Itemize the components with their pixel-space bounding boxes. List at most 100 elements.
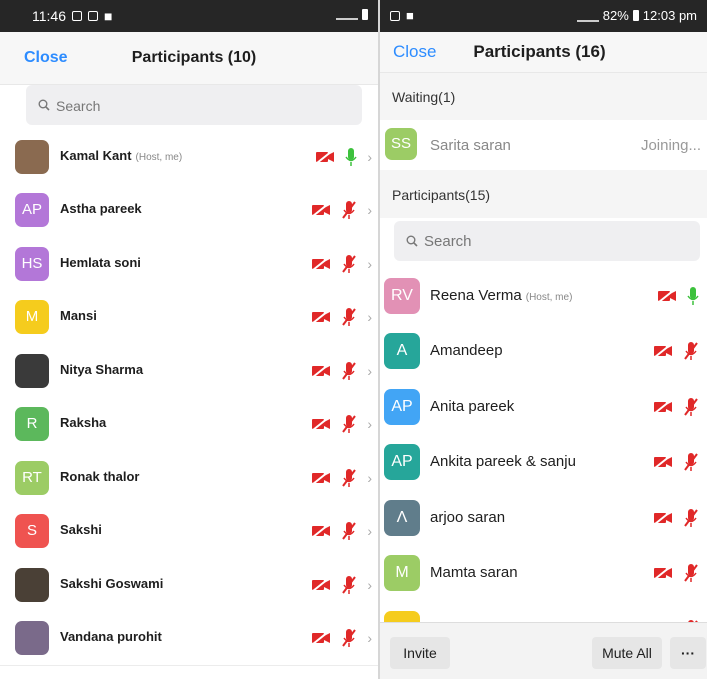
participants-header: Close Participants (10) xyxy=(0,32,378,85)
participant-name-text: Anita pareek xyxy=(430,397,515,415)
search-input[interactable]: Search xyxy=(394,221,700,261)
participant-status-icons: › xyxy=(311,521,372,541)
mic-muted-icon xyxy=(342,254,357,273)
more-options-button[interactable]: ··· xyxy=(670,637,706,669)
signal-icon xyxy=(336,8,358,20)
chevron-right-icon: › xyxy=(367,630,372,647)
video-off-icon xyxy=(658,288,676,303)
participant-status-icons: › xyxy=(311,200,372,220)
avatar xyxy=(15,621,49,656)
participant-row[interactable]: Kamal Kant (Host, me) › xyxy=(0,130,378,185)
waiting-section-header: Waiting(1) xyxy=(380,73,707,120)
video-off-icon xyxy=(312,417,331,432)
participant-name-text: Amandeep xyxy=(430,342,503,360)
participant-row[interactable]: Sakshi Goswami › xyxy=(0,558,378,613)
avatar-initials: HS xyxy=(21,254,43,272)
participant-name: arjoo saran xyxy=(430,509,505,526)
avatar-initials: RV xyxy=(391,286,413,304)
participant-row[interactable]: Λarjoo saran xyxy=(380,490,707,547)
avatar: RV xyxy=(384,277,420,314)
avatar-initials: AP xyxy=(21,201,42,219)
participant-name-text: Sakshi Goswami xyxy=(60,575,164,591)
search-placeholder: Search xyxy=(424,233,472,250)
chevron-right-icon: › xyxy=(367,576,372,593)
participant-row[interactable]: HS Hemlata soni › xyxy=(0,237,378,292)
participant-row[interactable]: AP Ankita pareek & sanju xyxy=(380,434,707,491)
participant-name: Ankita pareek & sanju xyxy=(430,453,576,470)
mic-muted-icon xyxy=(684,397,698,416)
video-off-icon xyxy=(316,149,335,164)
participant-name: Anita pareek xyxy=(430,398,514,415)
video-off-icon xyxy=(654,566,672,581)
avatar: S xyxy=(15,514,49,549)
participant-name: Hemlata soni xyxy=(60,255,141,270)
participant-name-text: Ankita pareek & sanju xyxy=(430,453,576,471)
participant-status-icons: › xyxy=(311,361,372,381)
participant-row[interactable]: S Sakshi › xyxy=(0,504,378,559)
avatar-initials: M xyxy=(25,308,39,326)
participant-name: Sarita saran xyxy=(430,137,511,154)
participant-row[interactable]: M Mansi › xyxy=(0,290,378,345)
mic-muted-icon xyxy=(342,415,357,434)
participant-status-icons xyxy=(653,508,699,528)
participant-row[interactable]: RV Reena Verma (Host, me) xyxy=(380,268,707,325)
mic-muted-icon xyxy=(684,453,698,472)
avatar-initials: A xyxy=(396,342,408,360)
page-title: Participants (10) xyxy=(131,49,257,66)
participant-name-text: Nitya Sharma xyxy=(60,361,144,377)
participant-row[interactable]: R Raksha › xyxy=(0,397,378,452)
bottom-toolbar: Invite Mute All ··· xyxy=(380,622,707,679)
waiting-participant-row[interactable]: SS Sarita saran Joining... xyxy=(380,120,707,171)
avatar-initials: Λ xyxy=(396,508,408,526)
participant-status-icons: › xyxy=(311,307,372,327)
mic-muted-icon xyxy=(342,361,357,380)
avatar: AP xyxy=(384,444,420,481)
participant-name-text: arjoo saran xyxy=(430,508,506,526)
participant-name-text: Reena Verma xyxy=(430,286,522,304)
mic-muted-icon xyxy=(342,201,357,220)
participant-row[interactable]: A Amandeep xyxy=(380,323,707,380)
participant-row[interactable]: Vandana purohit › xyxy=(0,611,378,666)
video-off-icon xyxy=(654,455,672,470)
chevron-right-icon: › xyxy=(367,202,372,219)
mic-muted-icon xyxy=(684,342,698,361)
avatar: HS xyxy=(15,246,49,281)
battery-icon xyxy=(362,8,368,20)
invite-button[interactable]: Invite xyxy=(390,637,450,669)
participant-name: Sakshi xyxy=(60,522,102,537)
participant-row[interactable]: AP Anita pareek xyxy=(380,379,707,436)
signal-icon xyxy=(576,10,599,22)
participant-status-icons: › xyxy=(311,468,372,488)
status-time: 11:46 xyxy=(32,8,66,24)
search-input[interactable]: Search xyxy=(26,85,362,125)
chevron-right-icon: › xyxy=(367,416,372,433)
host-badge: (Host, me) xyxy=(135,151,183,163)
participant-row[interactable]: Nitya Sharma › xyxy=(0,344,378,399)
avatar xyxy=(15,353,49,388)
host-badge: (Host, me) xyxy=(525,291,573,303)
search-icon xyxy=(406,235,418,247)
participant-name: Ronak thalor xyxy=(60,469,139,484)
chevron-right-icon: › xyxy=(367,309,372,326)
participant-row[interactable]: RT Ronak thalor › xyxy=(0,451,378,506)
participant-row[interactable]: AP Astha pareek › xyxy=(0,183,378,238)
mute-all-button[interactable]: Mute All xyxy=(592,637,662,669)
video-off-icon xyxy=(312,310,331,325)
participant-name-text: Ronak thalor xyxy=(60,468,140,484)
participant-status-icons: › xyxy=(315,147,372,167)
mic-muted-icon xyxy=(342,522,357,541)
mic-on-icon xyxy=(687,286,699,305)
avatar xyxy=(15,139,49,174)
participant-row[interactable]: M Mamta saran xyxy=(380,545,707,602)
status-time: 12:03 pm xyxy=(642,8,697,23)
participant-name-text: Raksha xyxy=(60,415,107,431)
avatar-initials: AP xyxy=(391,397,413,415)
chevron-right-icon: › xyxy=(367,148,372,165)
video-off-icon xyxy=(312,577,331,592)
mic-muted-icon xyxy=(684,564,698,583)
search-placeholder: Search xyxy=(56,98,101,114)
battery-percent: 82% xyxy=(602,8,629,23)
avatar-initials: R xyxy=(26,415,38,433)
right-participants-panel: ■ 82% 12:03 pm Close Participants (16) W… xyxy=(380,0,707,679)
participant-name: Nitya Sharma xyxy=(60,362,143,377)
